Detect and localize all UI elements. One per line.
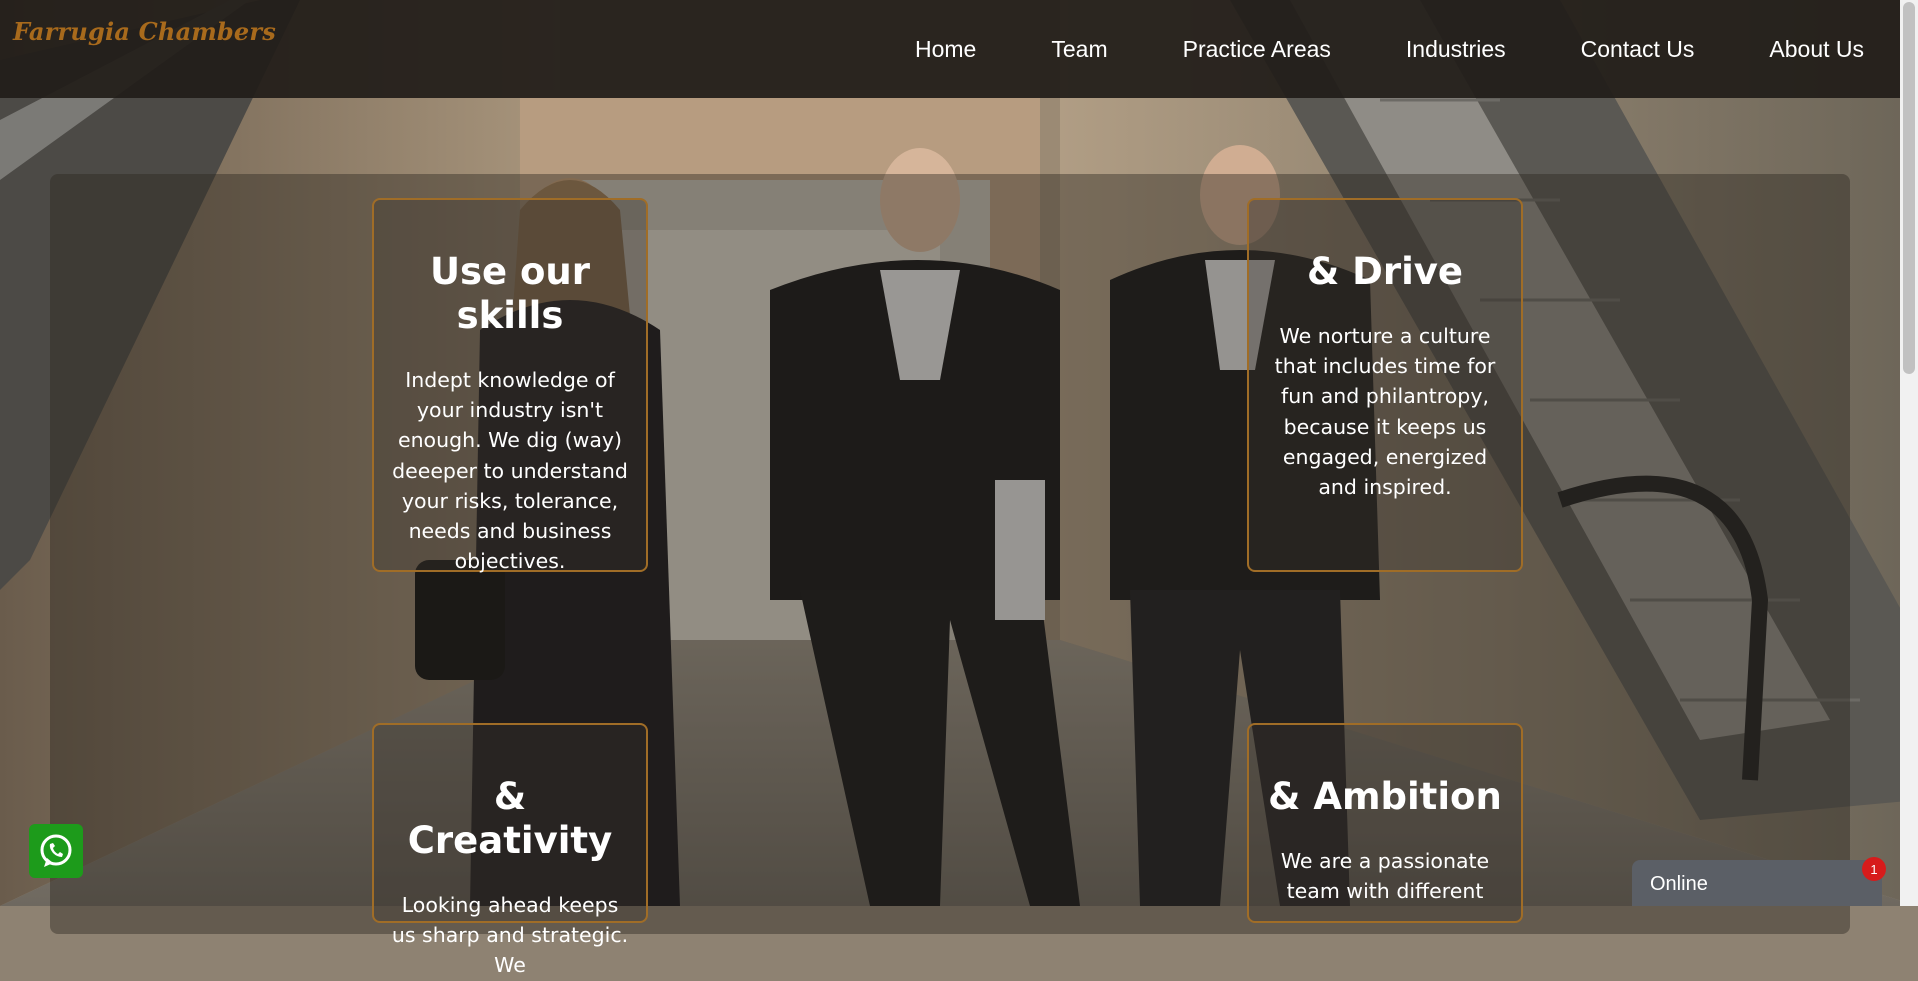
value-card-drive: & Drive We norture a culture that includ… xyxy=(1247,198,1523,572)
card-text: We norture a culture that includes time … xyxy=(1274,324,1496,500)
card-title: & Ambition xyxy=(1268,775,1502,818)
card-text: Looking ahead keeps us sharp and strateg… xyxy=(391,893,629,978)
nav-about-us[interactable]: About Us xyxy=(1769,36,1864,63)
card-title: & Drive xyxy=(1306,250,1463,293)
whatsapp-icon xyxy=(40,834,72,867)
whatsapp-button[interactable] xyxy=(29,824,83,878)
main-nav: Home Team Practice Areas Industries Cont… xyxy=(915,36,1900,63)
nav-team[interactable]: Team xyxy=(1051,36,1107,63)
nav-industries[interactable]: Industries xyxy=(1406,36,1506,63)
site-header: Farrugia Chambers Home Team Practice Are… xyxy=(0,0,1900,98)
scrollbar-thumb[interactable] xyxy=(1903,2,1915,374)
card-text: We are a passionate team with different xyxy=(1280,849,1490,904)
brand-logo[interactable]: Farrugia Chambers xyxy=(13,17,276,46)
online-chat-widget[interactable]: Online 1 xyxy=(1632,857,1886,906)
card-text: Indept knowledge of your industry isn't … xyxy=(392,368,628,574)
chat-status-label: Online xyxy=(1650,873,1708,895)
nav-practice-areas[interactable]: Practice Areas xyxy=(1183,36,1331,63)
value-card-skills: Use our skills Indept knowledge of your … xyxy=(372,198,648,573)
card-title: Use our skills xyxy=(429,250,591,337)
nav-home[interactable]: Home xyxy=(915,36,976,63)
values-panel xyxy=(50,174,1850,934)
page-scrollbar[interactable] xyxy=(1900,0,1918,906)
nav-contact-us[interactable]: Contact Us xyxy=(1581,36,1695,63)
value-card-creativity: & Creativity Looking ahead keeps us shar… xyxy=(372,723,648,977)
chat-notification-badge: 1 xyxy=(1862,857,1886,881)
value-card-ambition: & Ambition We are a passionate team with… xyxy=(1247,723,1523,923)
card-title: & Creativity xyxy=(407,775,613,862)
